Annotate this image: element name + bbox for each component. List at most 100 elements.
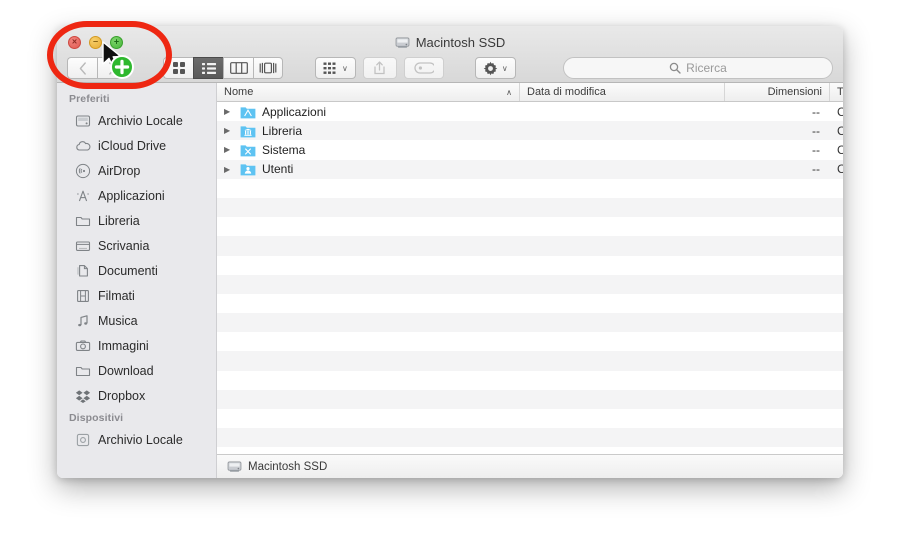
sidebar-item-scrivania[interactable]: Scrivania <box>57 233 216 258</box>
table-row[interactable]: ▶ Applicazioni -- Carte <box>217 102 843 122</box>
search-icon <box>669 62 681 74</box>
airdrop-icon <box>75 163 91 178</box>
disclosure-triangle-icon[interactable]: ▶ <box>224 107 234 116</box>
grid-icon <box>172 62 185 74</box>
arrange-icon <box>323 62 336 74</box>
hard-disk-icon <box>227 461 242 472</box>
search-placeholder: Ricerca <box>686 61 727 75</box>
empty-row <box>217 236 843 256</box>
sidebar-item-label: Filmati <box>98 288 135 303</box>
dropbox-icon <box>75 389 91 403</box>
view-columns-button[interactable] <box>223 57 253 79</box>
empty-row <box>217 428 843 448</box>
column-header-label: Nome <box>224 86 254 98</box>
sidebar-item-immagini[interactable]: Immagini <box>57 333 216 358</box>
table-row[interactable]: ▶ Utenti -- Carte <box>217 159 843 179</box>
window-title-text: Macintosh SSD <box>415 35 506 50</box>
sidebar-item-label: Archivio Locale <box>98 432 183 447</box>
view-coverflow-button[interactable] <box>253 57 283 79</box>
sidebar-section-preferiti-header: Preferiti <box>69 93 110 105</box>
sidebar-item-label: Scrivania <box>98 238 150 253</box>
row-type-cell: Carte <box>837 162 843 177</box>
tag-icon <box>414 62 434 74</box>
hard-disk-icon <box>395 37 410 48</box>
cloud-icon <box>76 140 91 151</box>
sidebar-item-airdrop[interactable]: AirDrop <box>57 158 216 183</box>
tags-button[interactable] <box>403 57 444 79</box>
chevron-right-icon <box>109 61 116 75</box>
folder-system-icon <box>240 145 256 157</box>
sidebar[interactable]: Preferiti Archivio Locale iCloud Drive A… <box>57 83 217 478</box>
sidebar-item-libreria[interactable]: Libreria <box>57 208 216 233</box>
view-list-button[interactable] <box>193 57 223 79</box>
column-header-tipo[interactable]: Tipo <box>830 83 843 101</box>
navigation-buttons <box>67 57 127 79</box>
sidebar-item-archivio-locale[interactable]: Archivio Locale <box>57 108 216 133</box>
documents-icon <box>77 264 88 277</box>
back-button[interactable] <box>67 57 97 79</box>
empty-row <box>217 178 843 198</box>
row-name-cell: ▶ Libreria <box>217 124 520 138</box>
status-bar: Macintosh SSD <box>217 454 843 478</box>
row-size-cell: -- <box>812 162 820 177</box>
share-button[interactable] <box>362 57 397 79</box>
folder-library-icon <box>240 126 256 138</box>
sidebar-item-label: Dropbox <box>98 388 146 403</box>
search-field[interactable]: Ricerca <box>563 57 833 79</box>
arrange-chevron-down-icon: ∨ <box>342 63 348 73</box>
sidebar-item-applicazioni[interactable]: Applicazioni <box>57 183 216 208</box>
sidebar-item-label: Download <box>98 363 154 378</box>
empty-row <box>217 313 843 333</box>
sidebar-item-label: iCloud Drive <box>98 138 167 153</box>
sidebar-item-label: Libreria <box>98 213 140 228</box>
status-bar-label: Macintosh SSD <box>248 460 328 473</box>
empty-row <box>217 197 843 218</box>
action-menu-button[interactable]: ∨ <box>474 57 516 79</box>
row-name-label: Libreria <box>262 123 303 138</box>
sidebar-item-documenti[interactable]: Documenti <box>57 258 216 283</box>
view-icon-button[interactable] <box>163 57 193 79</box>
columns-icon <box>229 62 248 74</box>
empty-row <box>217 255 843 275</box>
column-header-data-di-modifica[interactable]: Data di modifica <box>520 83 725 101</box>
sidebar-item-dropbox[interactable]: Dropbox <box>57 383 216 408</box>
table-row[interactable]: ▶ Sistema -- Carte <box>217 140 843 160</box>
chevron-left-icon <box>79 61 86 75</box>
empty-row <box>217 447 843 454</box>
row-size-cell: -- <box>812 123 820 138</box>
window-titlebar: × − + Macintosh SSD ∨ ∨ Ricerca <box>57 26 843 83</box>
sidebar-item-label: Documenti <box>98 263 158 278</box>
column-header-nome[interactable]: Nome ∧ <box>217 83 520 101</box>
disclosure-triangle-icon[interactable]: ▶ <box>224 145 234 154</box>
share-icon <box>374 61 386 75</box>
disclosure-triangle-icon[interactable]: ▶ <box>224 165 234 174</box>
sidebar-item-label: Applicazioni <box>98 188 165 203</box>
forward-button[interactable] <box>97 57 127 79</box>
row-name-cell: ▶ Applicazioni <box>217 105 520 119</box>
sidebar-item-label: Archivio Locale <box>98 113 183 128</box>
row-name-cell: ▶ Sistema <box>217 143 520 157</box>
empty-row <box>217 389 843 409</box>
sidebar-item-musica[interactable]: Musica <box>57 308 216 333</box>
empty-row <box>217 370 843 390</box>
column-header-dimensioni[interactable]: Dimensioni <box>725 83 830 101</box>
sidebar-section-dispositivi-header: Dispositivi <box>69 412 124 424</box>
sidebar-item-icloud-drive[interactable]: iCloud Drive <box>57 133 216 158</box>
folder-applications-icon <box>240 106 256 118</box>
column-header-label: Data di modifica <box>527 86 606 98</box>
arrange-button[interactable]: ∨ <box>315 57 356 79</box>
screenshot-canvas: × − + Macintosh SSD ∨ ∨ Ricerca Preferit… <box>0 0 900 560</box>
list-icon <box>201 62 216 74</box>
disclosure-triangle-icon[interactable]: ▶ <box>224 126 234 135</box>
music-icon <box>78 314 88 326</box>
sidebar-item-dispositivi-archivio-locale[interactable]: Archivio Locale <box>57 427 216 452</box>
movies-icon <box>77 289 89 302</box>
sidebar-item-filmati[interactable]: Filmati <box>57 283 216 308</box>
sidebar-item-download[interactable]: Download <box>57 358 216 383</box>
empty-row <box>217 217 843 237</box>
hard-disk-icon <box>75 114 91 127</box>
empty-row <box>217 274 843 294</box>
row-name-label: Sistema <box>262 142 306 157</box>
column-header-label: Dimensioni <box>767 86 822 98</box>
table-row[interactable]: ▶ Libreria -- C <box>217 121 843 141</box>
